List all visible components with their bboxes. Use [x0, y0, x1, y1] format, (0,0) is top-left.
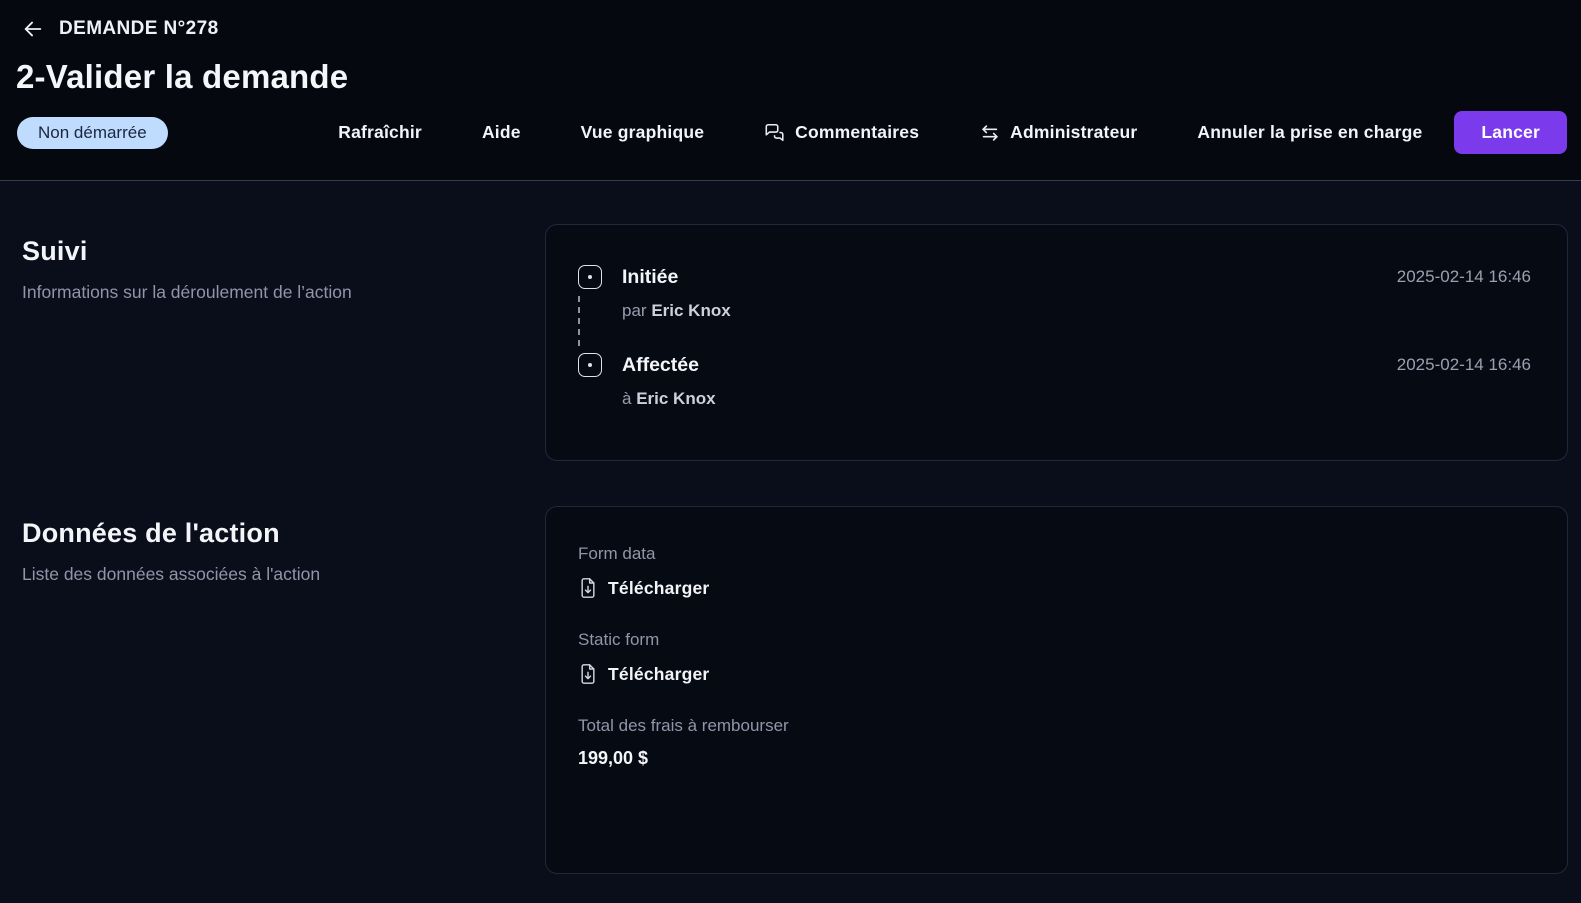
- status-badge: Non démarrée: [17, 117, 168, 149]
- page-header: DEMANDE N°278 2-Valider la demande Non d…: [0, 0, 1581, 181]
- help-button[interactable]: Aide: [482, 122, 521, 143]
- timeline-connector-cell: [578, 289, 602, 353]
- detail-prefix: par: [622, 301, 647, 320]
- timeline-entry: Initiée 2025-02-14 16:46 par Eric Knox: [578, 265, 1531, 353]
- field-label: Form data: [578, 544, 1531, 564]
- file-download-icon: [578, 662, 598, 686]
- dot-square-icon: [578, 353, 602, 377]
- main-content: Suivi Informations sur la déroulement de…: [0, 181, 1581, 903]
- detail-prefix: à: [622, 389, 631, 408]
- timeline-entry-timestamp: 2025-02-14 16:46: [1397, 265, 1531, 289]
- timeline-entry-title: Initiée: [622, 265, 1377, 289]
- detail-name: Eric Knox: [636, 389, 715, 408]
- admin-button[interactable]: Administrateur: [979, 122, 1137, 144]
- action-data-section-description: Liste des données associées à l'action: [22, 562, 352, 587]
- timeline-connector: [578, 296, 602, 346]
- transfer-arrows-icon: [979, 122, 1001, 144]
- detail-name: Eric Knox: [651, 301, 730, 320]
- graph-view-button[interactable]: Vue graphique: [581, 122, 705, 143]
- app-window: DEMANDE N°278 2-Valider la demande Non d…: [0, 0, 1581, 903]
- launch-button[interactable]: Lancer: [1454, 111, 1567, 154]
- field-label: Static form: [578, 630, 1531, 650]
- marker-dot: [588, 363, 592, 367]
- dot-square-icon: [578, 265, 602, 289]
- download-link-label: Télécharger: [608, 578, 709, 599]
- breadcrumb: DEMANDE N°278: [59, 18, 219, 40]
- admin-button-label: Administrateur: [1010, 122, 1137, 143]
- help-button-label: Aide: [482, 122, 521, 143]
- cancel-assignment-button[interactable]: Annuler la prise en charge: [1197, 122, 1422, 143]
- timeline-connector-cell: [578, 377, 602, 409]
- static-form-download-link[interactable]: Télécharger: [578, 662, 709, 686]
- timeline-entry-detail: à Eric Knox: [622, 389, 1377, 409]
- file-download-icon: [578, 576, 598, 600]
- action-data-section-info: Données de l'action Liste des données as…: [22, 506, 545, 874]
- marker-dot: [588, 275, 592, 279]
- timeline-entry-title: Affectée: [622, 353, 1377, 377]
- tracking-section-description: Informations sur la déroulement de l’act…: [22, 280, 352, 305]
- action-data-card: Form data Télécharger Static form: [545, 506, 1568, 874]
- action-data-section: Données de l'action Liste des données as…: [22, 506, 1568, 874]
- download-link-label: Télécharger: [608, 664, 709, 685]
- cancel-assignment-button-label: Annuler la prise en charge: [1197, 122, 1422, 143]
- page-title: 2-Valider la demande: [16, 58, 1567, 96]
- tracking-section-info: Suivi Informations sur la déroulement de…: [22, 224, 545, 461]
- toolbar: Non démarrée Rafraîchir Aide Vue graphiq…: [16, 111, 1567, 180]
- total-fees-value: 199,00 $: [578, 748, 1531, 769]
- tracking-section: Suivi Informations sur la déroulement de…: [22, 224, 1568, 461]
- back-button[interactable]: [22, 18, 44, 40]
- action-data-section-title: Données de l'action: [22, 518, 485, 549]
- arrow-left-icon: [22, 18, 44, 40]
- form-data-download-link[interactable]: Télécharger: [578, 576, 709, 600]
- timeline-card: Initiée 2025-02-14 16:46 par Eric Knox A…: [545, 224, 1568, 461]
- refresh-button-label: Rafraîchir: [338, 122, 422, 143]
- comments-button[interactable]: Commentaires: [764, 122, 919, 144]
- speech-bubbles-icon: [764, 122, 786, 144]
- breadcrumb-row: DEMANDE N°278: [22, 18, 1567, 40]
- timeline-entry: Affectée 2025-02-14 16:46 à Eric Knox: [578, 353, 1531, 409]
- timeline-entry-detail: par Eric Knox: [622, 301, 1377, 321]
- tracking-section-title: Suivi: [22, 236, 485, 267]
- field-label: Total des frais à rembourser: [578, 716, 1531, 736]
- total-fees-field: Total des frais à rembourser 199,00 $: [578, 716, 1531, 769]
- comments-button-label: Commentaires: [795, 122, 919, 143]
- static-form-field: Static form Télécharger: [578, 630, 1531, 691]
- form-data-field: Form data Télécharger: [578, 544, 1531, 605]
- refresh-button[interactable]: Rafraîchir: [338, 122, 422, 143]
- timeline-entry-timestamp: 2025-02-14 16:46: [1397, 353, 1531, 377]
- graph-view-button-label: Vue graphique: [581, 122, 705, 143]
